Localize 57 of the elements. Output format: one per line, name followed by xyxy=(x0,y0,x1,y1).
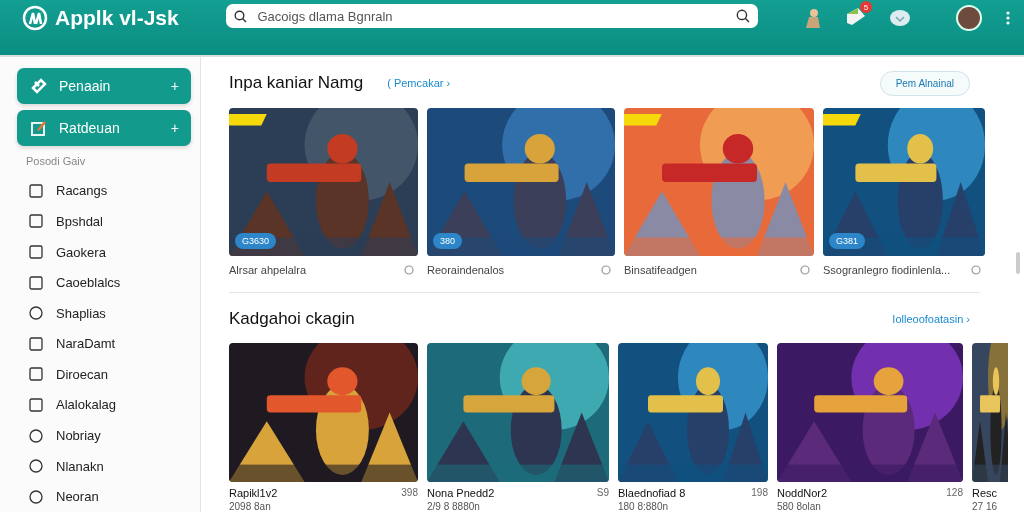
game-meta: 180 8:880n xyxy=(618,501,670,512)
sidebar-item[interactable]: Nobriay xyxy=(17,420,191,451)
circle-icon xyxy=(29,459,43,474)
circle-icon xyxy=(29,428,43,443)
sidebar-item[interactable]: Shaplias xyxy=(17,297,191,329)
game-meta: 580 8olan xyxy=(777,501,822,512)
square-icon xyxy=(29,275,43,290)
game-title: NoddNor2 xyxy=(777,487,828,499)
sidebar-item[interactable]: NaraDamt xyxy=(17,328,191,360)
game-count: 398 xyxy=(401,487,418,499)
square-icon xyxy=(29,336,43,351)
game-count: S9 xyxy=(596,487,609,499)
search-icon[interactable] xyxy=(736,9,750,23)
app-logo: Applk vl-Jsk xyxy=(55,6,179,30)
sidebar-item[interactable]: Racangs xyxy=(17,175,191,207)
circle-icon xyxy=(29,489,43,504)
edit-icon xyxy=(31,119,47,136)
section-link[interactable]: Iolleoofoatasin › xyxy=(892,312,970,325)
sidebar-item[interactable]: Diroecan xyxy=(17,359,191,390)
card-caption: Ssogranlegro fiodinlenla... xyxy=(823,263,951,276)
square-icon xyxy=(29,214,43,229)
section-title: Inpa kaniar Namg xyxy=(229,73,364,94)
sidebar-item[interactable]: Caoeblalcs xyxy=(17,267,191,298)
game-title: Blaednofiad 8 xyxy=(618,487,686,499)
user-avatar[interactable] xyxy=(956,5,982,31)
square-icon xyxy=(29,183,43,198)
game-count: 128 xyxy=(946,487,963,499)
game-title: Resc xyxy=(972,487,998,499)
sidebar-item[interactable]: Neoran xyxy=(17,481,191,512)
section-title: Kadgahoi ckagin xyxy=(229,308,355,329)
game-meta: 27 16 xyxy=(972,501,999,512)
section-link[interactable]: ( Pemcakar › xyxy=(387,77,451,90)
game-meta: 2098 8an xyxy=(229,501,272,512)
sidebar-item[interactable]: Nlanakn xyxy=(17,450,191,482)
card-caption: Alrsar ahpelalra xyxy=(229,263,307,276)
game-meta: 2/9 8 8880n xyxy=(427,501,481,512)
logo-icon xyxy=(22,5,48,31)
square-icon xyxy=(29,398,43,412)
notification-badge: 5 xyxy=(860,1,872,13)
square-icon xyxy=(29,367,43,382)
card-caption: Binsatifeadgen xyxy=(624,263,697,276)
more-icon[interactable] xyxy=(1006,11,1010,25)
search-bar[interactable]: Gacoigs dlama Bgnraln xyxy=(226,4,758,28)
card-caption: Reoraindenalos xyxy=(427,263,505,276)
sidebar-item[interactable]: Bpshdal xyxy=(17,206,191,237)
notification-icon[interactable] xyxy=(846,6,866,26)
sidebar-item[interactable]: Gaokera xyxy=(17,236,191,268)
game-title: Nona Pnedd2 xyxy=(427,487,495,499)
circle-icon xyxy=(29,306,43,321)
search-icon xyxy=(234,9,248,23)
sidebar-item[interactable]: Alalokalag xyxy=(17,389,191,421)
game-count: 198 xyxy=(751,487,768,499)
figure-icon[interactable] xyxy=(804,8,822,28)
section-label: Posodi Gaiv xyxy=(26,154,87,167)
view-all-button[interactable]: Pem Alnainal xyxy=(879,70,970,96)
square-icon xyxy=(29,245,43,259)
game-title: Rapikl1v2 xyxy=(229,487,278,499)
